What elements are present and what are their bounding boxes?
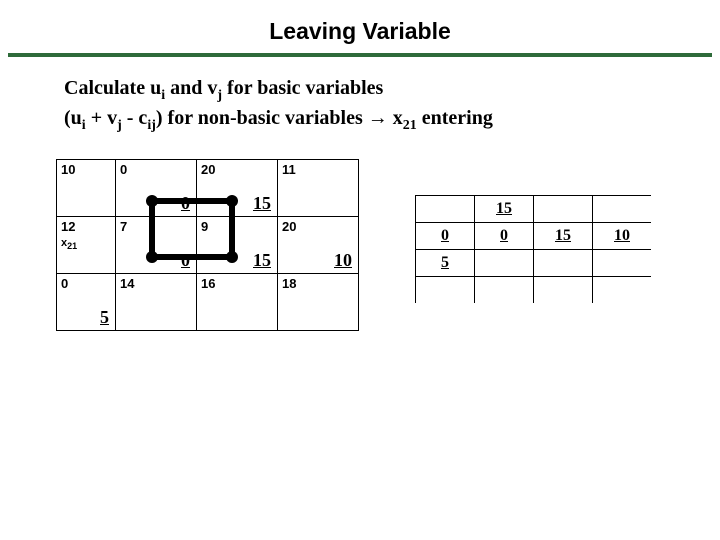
cell (593, 196, 652, 223)
cost-label: 10 (61, 162, 75, 177)
transportation-tableau: 10 00 2015 11 12 x21 70 915 2010 (56, 159, 359, 331)
allocation-value: 0 (181, 250, 190, 271)
slide: Leaving Variable Calculate ui and vj for… (0, 0, 720, 540)
arrow-icon: → (368, 107, 388, 129)
slide-title: Leaving Variable (0, 0, 720, 53)
cell: 00 (116, 160, 197, 217)
text: - c (122, 107, 148, 129)
left-table-wrapper: 10 00 2015 11 12 x21 70 915 2010 (56, 159, 359, 331)
text: + v (86, 107, 117, 129)
table-row: 5 (416, 250, 652, 277)
table-row: 0 0 15 10 (416, 223, 652, 250)
cell: 11 (278, 160, 359, 217)
table-row: 15 (416, 196, 652, 223)
text: Calculate u (64, 77, 161, 99)
cell (593, 250, 652, 277)
cost-label: 0 (120, 162, 127, 177)
text: ) for non-basic variables (156, 107, 368, 129)
cell (416, 196, 475, 223)
cell: 0 (475, 223, 534, 250)
cost-label: 9 (201, 219, 208, 234)
cell (534, 250, 593, 277)
table-row: 12 x21 70 915 2010 (57, 217, 359, 274)
value: 5 (441, 254, 449, 271)
cost-number: 12 (61, 219, 75, 234)
cost-label: 20 (201, 162, 215, 177)
cost-label: 12 x21 (61, 219, 77, 251)
cost-label: 18 (282, 276, 296, 291)
uv-summary-table: 15 0 0 15 10 5 (415, 195, 651, 303)
cell: 15 (475, 196, 534, 223)
value: 0 (441, 227, 449, 244)
cell: 5 (416, 250, 475, 277)
value: 10 (614, 227, 630, 244)
cost-label: 0 (61, 276, 68, 291)
text: for basic variables (222, 77, 383, 99)
text: (u (64, 107, 82, 129)
allocation-value: 0 (181, 193, 190, 214)
cost-label: 14 (120, 276, 134, 291)
cell (534, 196, 593, 223)
cost-label: 7 (120, 219, 127, 234)
text: entering (417, 107, 493, 129)
cell: 2015 (197, 160, 278, 217)
allocation-value: 5 (100, 307, 109, 328)
text: x (388, 107, 403, 129)
cell (416, 277, 475, 304)
text: and v (165, 77, 217, 99)
cell: 2010 (278, 217, 359, 274)
cell: 14 (116, 274, 197, 331)
value: 15 (555, 227, 571, 244)
cell: 15 (534, 223, 593, 250)
cell: 9 15 (197, 217, 278, 274)
subscript: 21 (403, 118, 417, 133)
cell: 05 (57, 274, 116, 331)
tables-row: 10 00 2015 11 12 x21 70 915 2010 (0, 159, 720, 331)
allocation-value: 15 (253, 250, 271, 271)
cost-label: 11 (282, 162, 296, 177)
allocation-value: 15 (253, 193, 271, 214)
cell (475, 250, 534, 277)
cell: 10 (57, 160, 116, 217)
body-text: Calculate ui and vj for basic variables … (64, 75, 664, 135)
entering-var: x21 (61, 237, 77, 249)
value: 0 (500, 227, 508, 244)
cell (593, 277, 652, 304)
cell: 10 (593, 223, 652, 250)
table-row: 05 14 16 18 (57, 274, 359, 331)
cell (475, 277, 534, 304)
allocation-value: 10 (334, 250, 352, 271)
cell: 12 x21 (57, 217, 116, 274)
cell: 18 (278, 274, 359, 331)
cell (534, 277, 593, 304)
title-underline (8, 53, 712, 57)
cell: 0 (416, 223, 475, 250)
cell: 16 (197, 274, 278, 331)
table-row (416, 277, 652, 304)
value: 15 (496, 200, 512, 217)
subscript: ij (147, 118, 156, 133)
table-row: 10 00 2015 11 (57, 160, 359, 217)
cost-label: 20 (282, 219, 296, 234)
cell: 70 (116, 217, 197, 274)
cost-label: 16 (201, 276, 215, 291)
